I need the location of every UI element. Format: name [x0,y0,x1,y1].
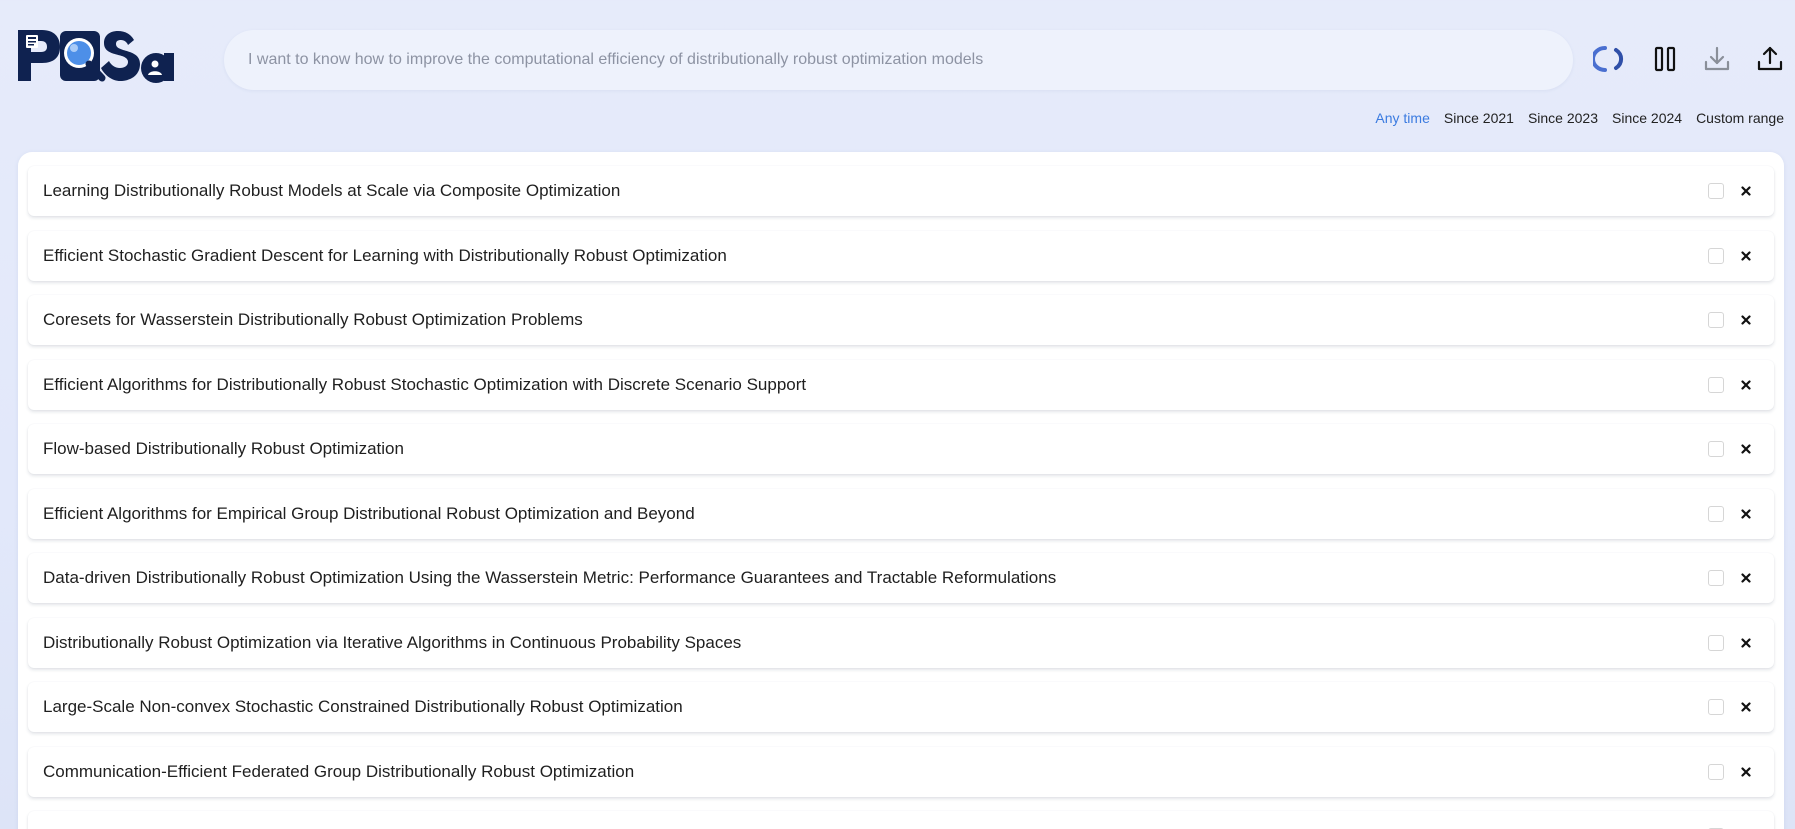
result-title[interactable]: Data-driven Distributionally Robust Opti… [43,568,1708,588]
result-item[interactable] [28,811,1774,829]
result-item[interactable]: Efficient Algorithms for Distributionall… [28,359,1774,410]
close-icon[interactable] [1740,508,1752,520]
close-icon[interactable] [1740,572,1752,584]
close-icon[interactable] [1740,443,1752,455]
result-item[interactable]: Communication-Efficient Federated Group … [28,746,1774,797]
result-checkbox[interactable] [1708,441,1724,457]
search-bar[interactable] [224,30,1573,90]
result-item[interactable]: Flow-based Distributionally Robust Optim… [28,424,1774,474]
filter-since-2023[interactable]: Since 2023 [1528,110,1598,126]
result-item[interactable]: Efficient Stochastic Gradient Descent fo… [28,230,1774,281]
app-logo[interactable] [16,26,178,90]
download-icon[interactable] [1699,41,1735,77]
result-title[interactable]: Communication-Efficient Federated Group … [43,762,1708,782]
result-item[interactable]: Efficient Algorithms for Empirical Group… [28,488,1774,539]
filter-since-2021[interactable]: Since 2021 [1444,110,1514,126]
result-checkbox[interactable] [1708,183,1724,199]
result-title[interactable]: Distributionally Robust Optimization via… [43,633,1708,653]
result-title[interactable]: Efficient Stochastic Gradient Descent fo… [43,246,1708,266]
filter-any-time[interactable]: Any time [1375,110,1429,126]
result-checkbox[interactable] [1708,376,1724,393]
result-item[interactable]: Data-driven Distributionally Robust Opti… [28,553,1774,603]
result-checkbox[interactable] [1708,570,1724,586]
result-checkbox[interactable] [1708,763,1724,780]
result-checkbox[interactable] [1708,247,1724,264]
filter-since-2024[interactable]: Since 2024 [1612,110,1682,126]
logo-graphic [18,30,174,83]
loading-spinner-icon[interactable] [1592,41,1628,77]
result-item[interactable]: Learning Distributionally Robust Models … [28,166,1774,216]
close-icon[interactable] [1740,379,1752,391]
result-title[interactable]: Efficient Algorithms for Empirical Group… [43,504,1708,524]
result-item[interactable]: Coresets for Wasserstein Distributionall… [28,295,1774,345]
result-title[interactable]: Flow-based Distributionally Robust Optim… [43,439,1708,459]
search-input[interactable] [248,51,1573,69]
result-item[interactable]: Distributionally Robust Optimization via… [28,617,1774,668]
result-checkbox[interactable] [1708,505,1724,522]
close-icon[interactable] [1740,637,1752,649]
result-title[interactable]: Large-Scale Non-convex Stochastic Constr… [43,697,1708,717]
close-icon[interactable] [1740,250,1752,262]
close-icon[interactable] [1740,701,1752,713]
close-icon[interactable] [1740,314,1752,326]
result-title[interactable]: Efficient Algorithms for Distributionall… [43,375,1708,395]
filter-custom-range[interactable]: Custom range [1696,110,1784,126]
close-icon[interactable] [1740,766,1752,778]
result-title[interactable]: Learning Distributionally Robust Models … [43,181,1708,201]
result-checkbox[interactable] [1708,699,1724,715]
upload-share-icon[interactable] [1752,41,1788,77]
result-item[interactable]: Large-Scale Non-convex Stochastic Constr… [28,682,1774,732]
close-icon[interactable] [1740,185,1752,197]
time-filter-bar: Any time Since 2021 Since 2023 Since 202… [1375,110,1784,126]
result-checkbox[interactable] [1708,312,1724,328]
result-title[interactable]: Coresets for Wasserstein Distributionall… [43,310,1708,330]
result-checkbox[interactable] [1708,634,1724,651]
results-panel: Learning Distributionally Robust Models … [18,152,1784,829]
pause-icon[interactable] [1647,41,1683,77]
